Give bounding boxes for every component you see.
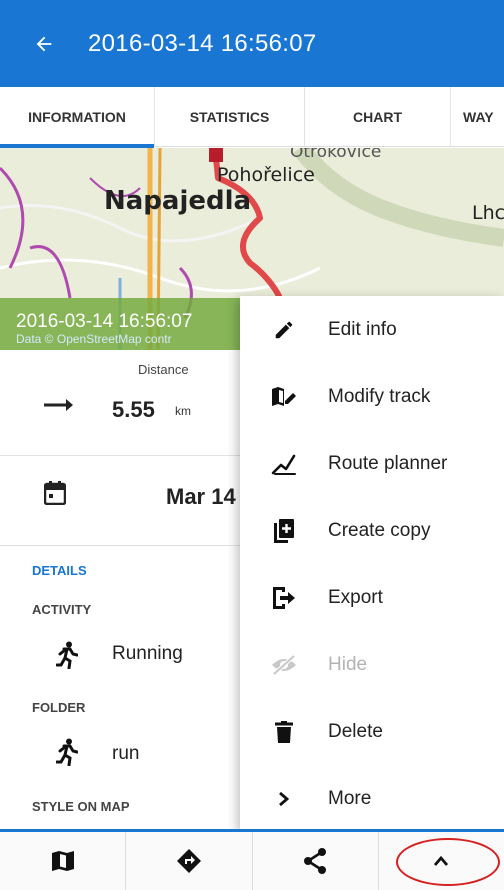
chevron-right-icon	[279, 791, 290, 806]
tab-chart[interactable]: CHART	[304, 87, 450, 147]
menu-item-more[interactable]: More	[240, 765, 504, 832]
distance-value: 5.55	[112, 397, 155, 422]
menu-item-label: Create copy	[328, 519, 431, 541]
tab-label: STATISTICS	[189, 109, 270, 125]
calendar-icon	[44, 481, 66, 505]
navigate-icon	[176, 849, 201, 873]
folder-value[interactable]: run	[112, 743, 139, 765]
map-label-town: Lhc	[472, 202, 504, 224]
map-label-town: Pohořelice	[217, 164, 315, 186]
running-icon	[56, 738, 78, 766]
pencil-icon	[275, 321, 293, 338]
navigate-button[interactable]	[125, 832, 251, 890]
folder-label: FOLDER	[32, 700, 86, 715]
menu-item-label: Delete	[328, 720, 383, 742]
highlight-circle	[396, 838, 500, 886]
show-on-map-button[interactable]	[0, 832, 125, 890]
track-date: 2016-03-14 16:56:07	[16, 311, 193, 332]
style-label: STYLE ON MAP	[32, 799, 130, 814]
trash-icon	[275, 720, 293, 743]
map-label-town: Napajedla	[104, 186, 252, 216]
menu-item-route-planner[interactable]: Route planner	[240, 430, 504, 497]
menu-item-hide[interactable]: Hide	[240, 631, 504, 698]
menu-item-create-copy[interactable]: Create copy	[240, 497, 504, 564]
menu-item-label: Hide	[328, 653, 368, 675]
menu-item-label: Modify track	[328, 385, 431, 407]
tab-label: WAY	[463, 109, 494, 125]
menu-item-edit-info[interactable]: Edit info	[240, 296, 504, 363]
menu-item-modify-track[interactable]: Modify track	[240, 363, 504, 430]
tab-label: INFORMATION	[28, 109, 126, 125]
menu-item-label: More	[328, 787, 372, 809]
activity-label: ACTIVITY	[32, 602, 92, 617]
menu-item-delete[interactable]: Delete	[240, 698, 504, 765]
menu-item-label: Route planner	[328, 452, 448, 474]
menu-item-export[interactable]: Export	[240, 564, 504, 631]
tab-statistics[interactable]: STATISTICS	[154, 87, 304, 147]
tab-bar: INFORMATION STATISTICS CHART WAY	[0, 87, 504, 148]
menu-item-label: Edit info	[328, 318, 397, 340]
distance-unit: km	[175, 404, 191, 418]
map-edit-icon	[272, 386, 296, 406]
map-attribution[interactable]: Data © OpenStreetMap contr	[16, 332, 172, 346]
app-bar: 2016-03-14 16:56:07	[0, 0, 504, 87]
tab-label: CHART	[353, 109, 402, 125]
share-button[interactable]	[251, 832, 378, 890]
activity-value[interactable]: Running	[112, 643, 183, 665]
arrow-back-icon	[36, 36, 52, 51]
map-label-town: Otrokovice	[290, 148, 382, 162]
back-button[interactable]	[0, 0, 88, 87]
running-icon	[56, 641, 78, 669]
eye-off-icon	[272, 654, 296, 675]
export-icon	[273, 586, 295, 609]
overflow-menu: Edit info Modify track Route planner Cre…	[240, 296, 504, 830]
track-date-short: Mar 14	[166, 484, 236, 509]
route-planner-icon	[271, 454, 296, 475]
page-title: 2016-03-14 16:56:07	[88, 29, 317, 57]
map-icon	[51, 851, 74, 871]
tab-waypoints[interactable]: WAY	[450, 87, 504, 147]
copy-icon	[274, 518, 294, 543]
share-icon	[304, 848, 327, 874]
distance-label: Distance	[138, 362, 189, 377]
arrow-right-icon	[44, 399, 73, 411]
details-section-title: DETAILS	[32, 563, 87, 578]
tab-information[interactable]: INFORMATION	[0, 87, 154, 148]
menu-item-label: Export	[328, 586, 383, 608]
